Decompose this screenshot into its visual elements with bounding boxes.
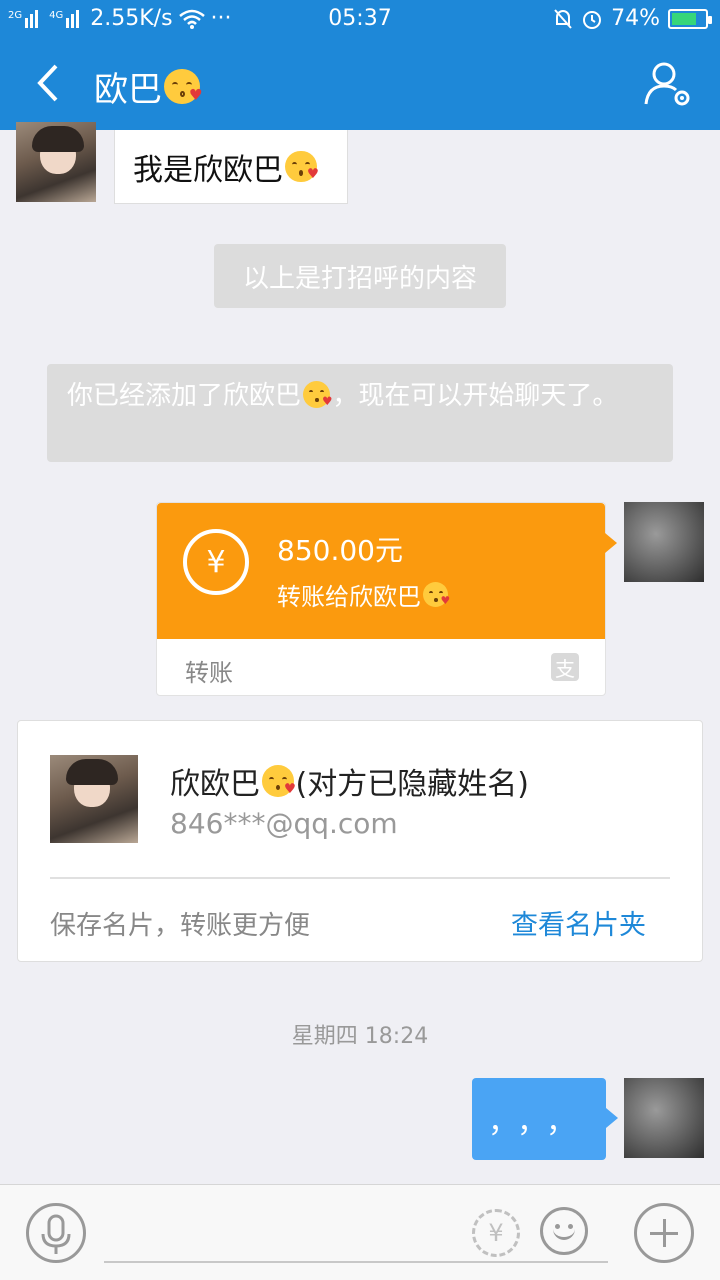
kissing-face-icon: ♥	[285, 150, 319, 183]
status-bar: 2G 4G 2.55K/s ··· 05:37 74%	[0, 0, 720, 36]
battery-percent: 74%	[611, 6, 660, 31]
card-name: 欣欧巴 ♥ (对方已隐藏姓名)	[170, 765, 529, 802]
system-note-added: 你已经添加了欣欧巴 ♥ ，现在可以开始聊天了。	[47, 364, 673, 462]
transfer-label: 转账	[185, 659, 233, 687]
transfer-amount: 850.00元	[277, 534, 403, 567]
battery-icon	[668, 8, 712, 29]
user-settings-icon[interactable]	[644, 60, 692, 108]
kissing-face-icon: ♥	[262, 765, 296, 797]
kissing-face-icon: ♥	[303, 380, 332, 408]
transfer-header: ¥ 850.00元 转账给欣欧巴 ♥	[157, 503, 617, 639]
contact-card[interactable]: 欣欧巴 ♥ (对方已隐藏姓名) 846***@qq.com 保存名片，转账更方便…	[17, 720, 703, 962]
incoming-message[interactable]: 我是欣欧巴 ♥	[114, 130, 348, 204]
mute-bell-icon	[554, 8, 572, 29]
app-bar: 欧巴 ♥	[0, 36, 720, 130]
transfer-message[interactable]: ¥ 850.00元 转账给欣欧巴 ♥ 转账 支	[156, 502, 617, 696]
outgoing-message[interactable]: ，，，	[472, 1078, 618, 1160]
transfer-description: 转账给欣欧巴 ♥	[277, 581, 451, 611]
input-bar: ¥	[0, 1184, 720, 1280]
emoji-smile-icon[interactable]	[540, 1207, 588, 1255]
chat-title: 欧巴 ♥	[94, 68, 203, 110]
self-avatar[interactable]	[624, 1078, 704, 1158]
view-card-folder-link[interactable]: 查看名片夹	[511, 903, 646, 942]
alarm-icon	[583, 10, 602, 29]
message-timestamp: 星期四 18:24	[291, 1024, 429, 1049]
kissing-face-icon: ♥	[423, 581, 450, 608]
plus-icon[interactable]	[634, 1203, 694, 1263]
transfer-coin-icon: ¥	[183, 529, 249, 595]
self-avatar[interactable]	[624, 502, 704, 582]
card-divider	[50, 877, 670, 879]
microphone-icon[interactable]	[26, 1203, 86, 1263]
alipay-icon: 支	[551, 653, 579, 681]
card-email: 846***@qq.com	[170, 807, 398, 840]
card-avatar	[50, 755, 138, 843]
red-packet-yen-icon[interactable]: ¥	[472, 1209, 520, 1257]
system-note-greeting: 以上是打招呼的内容	[214, 244, 506, 308]
contact-avatar[interactable]	[16, 122, 96, 202]
kissing-face-icon: ♥	[164, 68, 203, 105]
message-input[interactable]	[104, 1205, 608, 1263]
back-arrow-icon[interactable]	[28, 60, 68, 106]
save-card-hint[interactable]: 保存名片，转账更方便	[50, 905, 310, 942]
